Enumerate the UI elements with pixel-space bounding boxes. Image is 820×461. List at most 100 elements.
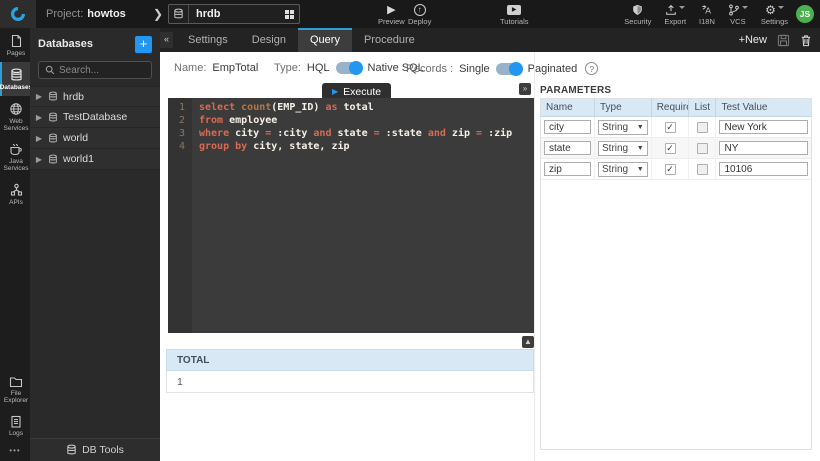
gear-icon: ⚙ [765, 3, 776, 16]
sidebar-item-java-services[interactable]: Java Services [0, 137, 30, 177]
project-name: howtos [87, 8, 126, 20]
user-avatar[interactable]: JS [796, 5, 814, 23]
parameter-name-input[interactable] [544, 141, 591, 155]
export-button[interactable]: Export [664, 3, 686, 26]
expand-caret-icon[interactable]: ▶ [30, 92, 48, 101]
rail-spacer [0, 211, 30, 370]
topbar-right-actions: Security Export A I18N [624, 3, 788, 26]
results-header-row: TOTAL [166, 349, 534, 371]
parameters-column-header: Name [541, 99, 595, 116]
type-option-hql[interactable]: HQL [307, 62, 330, 74]
tab-design[interactable]: Design [240, 28, 298, 52]
list-checkbox[interactable] [697, 164, 708, 175]
grid-view-icon[interactable] [279, 10, 299, 19]
tab-procedure[interactable]: Procedure [352, 28, 427, 52]
app-window: Project: howtos ❯ hrdb ▶ Preview [0, 0, 820, 461]
expand-parameters-icon[interactable]: » [519, 83, 531, 95]
more-options-icon[interactable]: ••• [0, 442, 30, 461]
new-query-button[interactable]: +New [739, 34, 767, 46]
database-item-label: hrdb [63, 91, 84, 103]
query-name-value[interactable]: EmpTotal [212, 62, 258, 74]
records-toggle[interactable] [496, 63, 522, 75]
chevron-down-icon [679, 6, 685, 9]
required-checkbox[interactable] [665, 143, 676, 154]
vcs-button[interactable]: VCS [728, 3, 748, 26]
expand-caret-icon[interactable]: ▶ [30, 113, 48, 122]
parameter-test-value-input[interactable] [719, 120, 808, 134]
chevron-down-icon: ▼ [637, 124, 644, 131]
preview-button[interactable]: ▶ Preview [378, 3, 405, 26]
parameter-test-value-input[interactable] [719, 162, 808, 176]
sidebar-item-file-explorer[interactable]: File Explorer [0, 370, 30, 409]
i18n-button[interactable]: A I18N [699, 3, 715, 26]
database-list-item[interactable]: ▶ world1 [30, 149, 160, 170]
db-tools-button[interactable]: DB Tools [30, 438, 160, 461]
database-search [38, 61, 152, 79]
sql-editor[interactable]: 1select count(EMP_ID) as total2from empl… [168, 98, 534, 333]
records-option-paginated[interactable]: Paginated [528, 63, 578, 75]
add-database-button[interactable]: + [135, 36, 152, 53]
parameters-column-header: Test Value [716, 99, 811, 116]
required-checkbox[interactable] [665, 164, 676, 175]
video-icon: ▶ [507, 3, 521, 16]
required-checkbox[interactable] [665, 122, 676, 133]
page-icon [10, 34, 23, 48]
tutorials-button[interactable]: ▶ Tutorials [500, 3, 528, 26]
parameter-type-select[interactable]: String ▼ [598, 141, 648, 156]
api-nodes-icon [10, 183, 23, 197]
records-option-single[interactable]: Single [459, 63, 490, 75]
type-toggle[interactable] [336, 62, 362, 74]
app-logo[interactable] [0, 0, 36, 28]
code-line: 4group by city, state, zip [168, 140, 534, 153]
results-row: 1 [166, 371, 534, 393]
search-input[interactable] [59, 65, 144, 76]
save-icon[interactable] [777, 34, 790, 47]
coffee-icon [9, 143, 23, 156]
parameter-type-select[interactable]: String ▼ [598, 162, 648, 177]
sidebar-item-web-services[interactable]: Web Services [0, 96, 30, 137]
database-list-item[interactable]: ▶ hrdb [30, 86, 160, 107]
tab-query[interactable]: Query [298, 28, 352, 52]
code-text: from employee [192, 114, 277, 127]
results-table: TOTAL 1 [166, 349, 534, 393]
database-list-item[interactable]: ▶ world [30, 128, 160, 149]
toggle-knob [349, 61, 363, 75]
tab-settings[interactable]: Settings [176, 28, 240, 52]
export-icon [665, 3, 677, 16]
sidebar-item-databases[interactable]: Databases [0, 62, 30, 96]
search-icon [45, 65, 55, 75]
expand-caret-icon[interactable]: ▶ [30, 134, 48, 143]
collapse-results-icon[interactable]: ▲ [522, 336, 534, 348]
settings-button[interactable]: ⚙ Settings [761, 3, 788, 26]
log-file-icon [10, 415, 22, 428]
delete-icon[interactable] [800, 34, 812, 47]
collapse-panel-icon[interactable]: « [160, 32, 173, 48]
database-icon [48, 133, 58, 144]
code-text: where city = :city and state = :state an… [192, 127, 512, 140]
database-selector-dropdown[interactable]: hrdb [168, 4, 300, 24]
selected-type: String [602, 164, 637, 175]
column-divider [534, 52, 535, 461]
parameter-name-input[interactable] [544, 162, 591, 176]
list-checkbox[interactable] [697, 122, 708, 133]
database-list-item[interactable]: ▶ TestDatabase [30, 107, 160, 128]
database-item-label: TestDatabase [63, 111, 127, 123]
sidebar-item-pages[interactable]: Pages [0, 28, 30, 62]
sidebar-item-logs[interactable]: Logs [0, 409, 30, 442]
security-button[interactable]: Security [624, 3, 651, 26]
query-workspace-body: Name: EmpTotal Type: HQL Native SQL Reco… [160, 52, 820, 461]
database-list: ▶ hrdb ▶ TestDatabase ▶ world ▶ world1 [30, 86, 160, 170]
parameter-type-select[interactable]: String ▼ [598, 120, 648, 135]
workspace: « Settings Design Query Procedure +New N… [160, 28, 820, 461]
help-icon[interactable]: ? [585, 62, 598, 75]
expand-caret-icon[interactable]: ▶ [30, 155, 48, 164]
play-icon: ▶ [332, 87, 338, 96]
parameter-name-input[interactable] [544, 120, 591, 134]
parameters-column-header: List [689, 99, 716, 116]
parameter-test-value-input[interactable] [719, 141, 808, 155]
sidebar-item-apis[interactable]: APIs [0, 177, 30, 211]
deploy-button[interactable]: ↑ Deploy [408, 3, 431, 26]
left-navigation-rail: Pages Databases Web Services Java Servic… [0, 28, 30, 461]
list-checkbox[interactable] [697, 143, 708, 154]
database-icon [169, 5, 189, 23]
